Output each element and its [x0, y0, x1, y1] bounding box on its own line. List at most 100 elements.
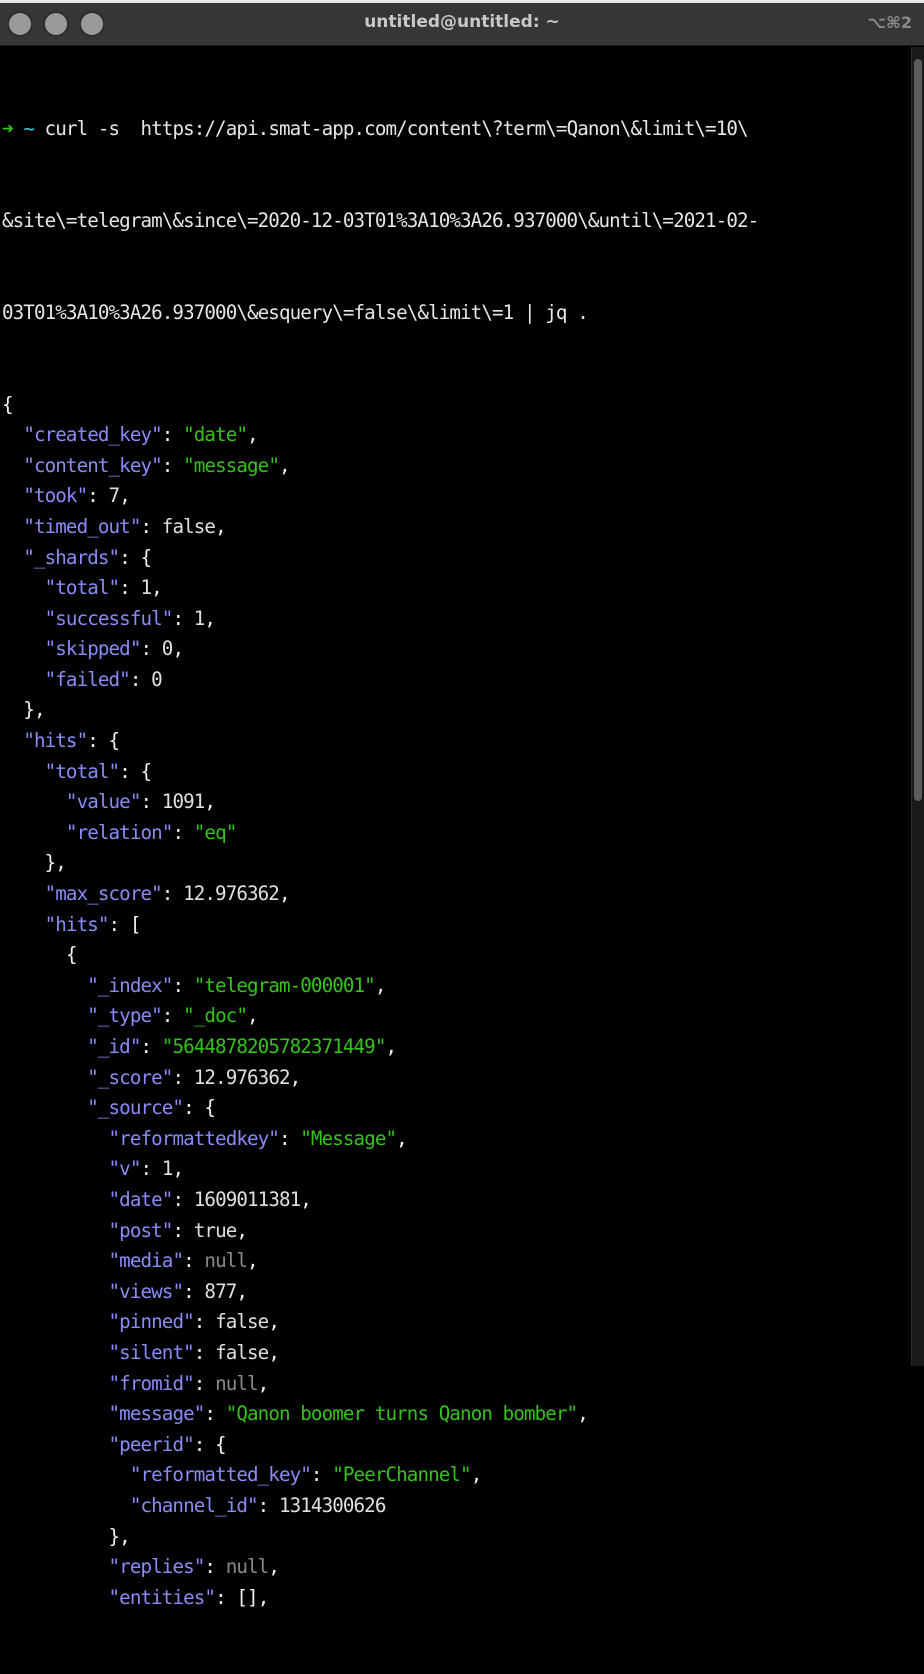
json-punctuation: : [193, 1310, 216, 1334]
json-punctuation: : [ [108, 912, 142, 936]
output-line: "hits": { [2, 726, 912, 757]
json-string-value: "PeerChannel" [332, 1463, 471, 1487]
json-key: "created_key" [23, 423, 162, 447]
json-punctuation: , [257, 1371, 270, 1395]
json-punctuation: , [268, 1310, 280, 1334]
json-punctuation: : { [119, 759, 152, 783]
json-punctuation: , [385, 1035, 398, 1058]
prompt-arrow-icon: ➜ [2, 117, 14, 141]
prompt-cwd: ~ [23, 117, 35, 141]
terminal-window: untitled@untitled: ~ ⌥⌘2 ➜ ~ curl -s htt… [0, 0, 924, 1609]
output-line: "reformattedkey": "Message", [2, 1124, 912, 1155]
output-line: "content_key": "message", [2, 451, 912, 482]
json-key: "hits" [44, 912, 110, 936]
json-punctuation: , [247, 423, 259, 447]
json-key: "_index" [87, 973, 173, 997]
json-punctuation: : [204, 1555, 226, 1579]
json-punctuation: : [172, 973, 194, 997]
json-punctuation: , [300, 1187, 312, 1211]
tab-shortcut-label: ⌥⌘2 [867, 13, 912, 32]
output-line: }, [2, 1522, 912, 1553]
command-line-2: &site\=telegram\&since\=2020-12-03T01%3A… [2, 206, 912, 237]
json-null-value: null [215, 1371, 259, 1395]
output-line: "_id": "5644878205782371449", [2, 1032, 912, 1063]
json-string-value: "Qanon boomer turns Qanon bomber" [225, 1402, 578, 1426]
json-punctuation: : [310, 1463, 333, 1487]
output-line: "skipped": 0, [2, 634, 912, 665]
json-punctuation: , [268, 1555, 280, 1579]
json-key: "message" [108, 1402, 206, 1426]
json-value: 1314300626 [278, 1493, 386, 1517]
json-punctuation: , [247, 1249, 259, 1273]
json-punctuation: : [140, 1157, 162, 1181]
output-line: { [2, 940, 912, 971]
json-value: false [161, 514, 216, 538]
json-key: "timed_out" [23, 514, 141, 538]
json-key: "silent" [108, 1340, 195, 1364]
json-punctuation: , [577, 1402, 589, 1426]
output-line: "_source": { [2, 1093, 912, 1124]
json-punctuation: : [140, 1035, 162, 1058]
json-punctuation: , [374, 973, 387, 997]
command-line-3: 03T01%3A10%3A26.937000\&esquery\=false\&… [2, 298, 912, 329]
json-punctuation: }, [44, 851, 67, 875]
output-line: "v": 1, [2, 1154, 912, 1185]
json-key: "hits" [23, 729, 88, 753]
json-punctuation: , [172, 637, 184, 661]
json-value: 1 [161, 1157, 174, 1181]
json-key: "channel_id" [129, 1493, 259, 1517]
json-punctuation: : { [183, 1096, 216, 1120]
json-key: "content_key" [23, 453, 162, 477]
title-bar[interactable]: untitled@untitled: ~ ⌥⌘2 [0, 0, 924, 46]
json-punctuation: , [204, 606, 216, 630]
command-text: 03T01%3A10%3A26.937000\&esquery\=false\&… [2, 300, 589, 324]
json-punctuation: : [161, 1004, 184, 1028]
json-punctuation: , [236, 1279, 248, 1303]
output-line: "replies": null, [2, 1552, 912, 1583]
json-punctuation: : { [87, 729, 120, 753]
scrollbar-thumb[interactable] [914, 59, 922, 801]
json-punctuation: : [172, 1187, 194, 1211]
json-key: "media" [108, 1249, 184, 1273]
json-punctuation: [] [236, 1585, 258, 1609]
json-key: "replies" [108, 1555, 206, 1579]
scrollbar[interactable] [911, 47, 924, 1366]
json-key: "total" [44, 759, 120, 783]
json-punctuation: , [278, 453, 291, 477]
json-punctuation: { [65, 943, 78, 967]
output-line: "entities": [], [2, 1583, 912, 1614]
output-line: "message": "Qanon boomer turns Qanon bom… [2, 1399, 912, 1430]
json-string-value: "Message" [300, 1126, 397, 1150]
output-line: "peerid": { [2, 1430, 912, 1461]
json-key: "date" [108, 1187, 174, 1211]
json-key: "v" [108, 1157, 142, 1181]
json-punctuation: : [172, 606, 194, 630]
output-line: "_type": "_doc", [2, 1001, 912, 1032]
output-line: "successful": 1, [2, 604, 912, 635]
json-value: 12.976362 [183, 882, 280, 906]
json-punctuation: , [204, 790, 216, 814]
json-key: "fromid" [108, 1371, 195, 1395]
json-value: true [193, 1218, 238, 1242]
json-punctuation: , [396, 1126, 408, 1150]
json-value: 1 [140, 576, 153, 600]
json-key: "views" [108, 1279, 184, 1303]
json-punctuation: : [172, 820, 194, 844]
output-line: "channel_id": 1314300626 [2, 1491, 912, 1522]
json-string-value: "message" [183, 453, 280, 477]
terminal-output[interactable]: ➜ ~ curl -s https://api.smat-app.com/con… [0, 46, 912, 1609]
json-punctuation: : [140, 637, 162, 661]
output-line: "total": { [2, 757, 912, 788]
json-key: "skipped" [44, 637, 142, 661]
json-value: false [215, 1340, 269, 1364]
json-key: "_shards" [23, 545, 120, 569]
json-punctuation: , [268, 1340, 280, 1364]
json-key: "pinned" [108, 1310, 195, 1334]
json-value: 12.976362 [193, 1065, 291, 1089]
output-line: "views": 877, [2, 1277, 912, 1308]
json-key: "peerid" [108, 1432, 195, 1456]
output-line: "max_score": 12.976362, [2, 879, 912, 910]
json-value: 1091 [161, 790, 206, 814]
json-punctuation: }, [23, 698, 45, 722]
json-key: "reformatted_key" [129, 1463, 312, 1487]
